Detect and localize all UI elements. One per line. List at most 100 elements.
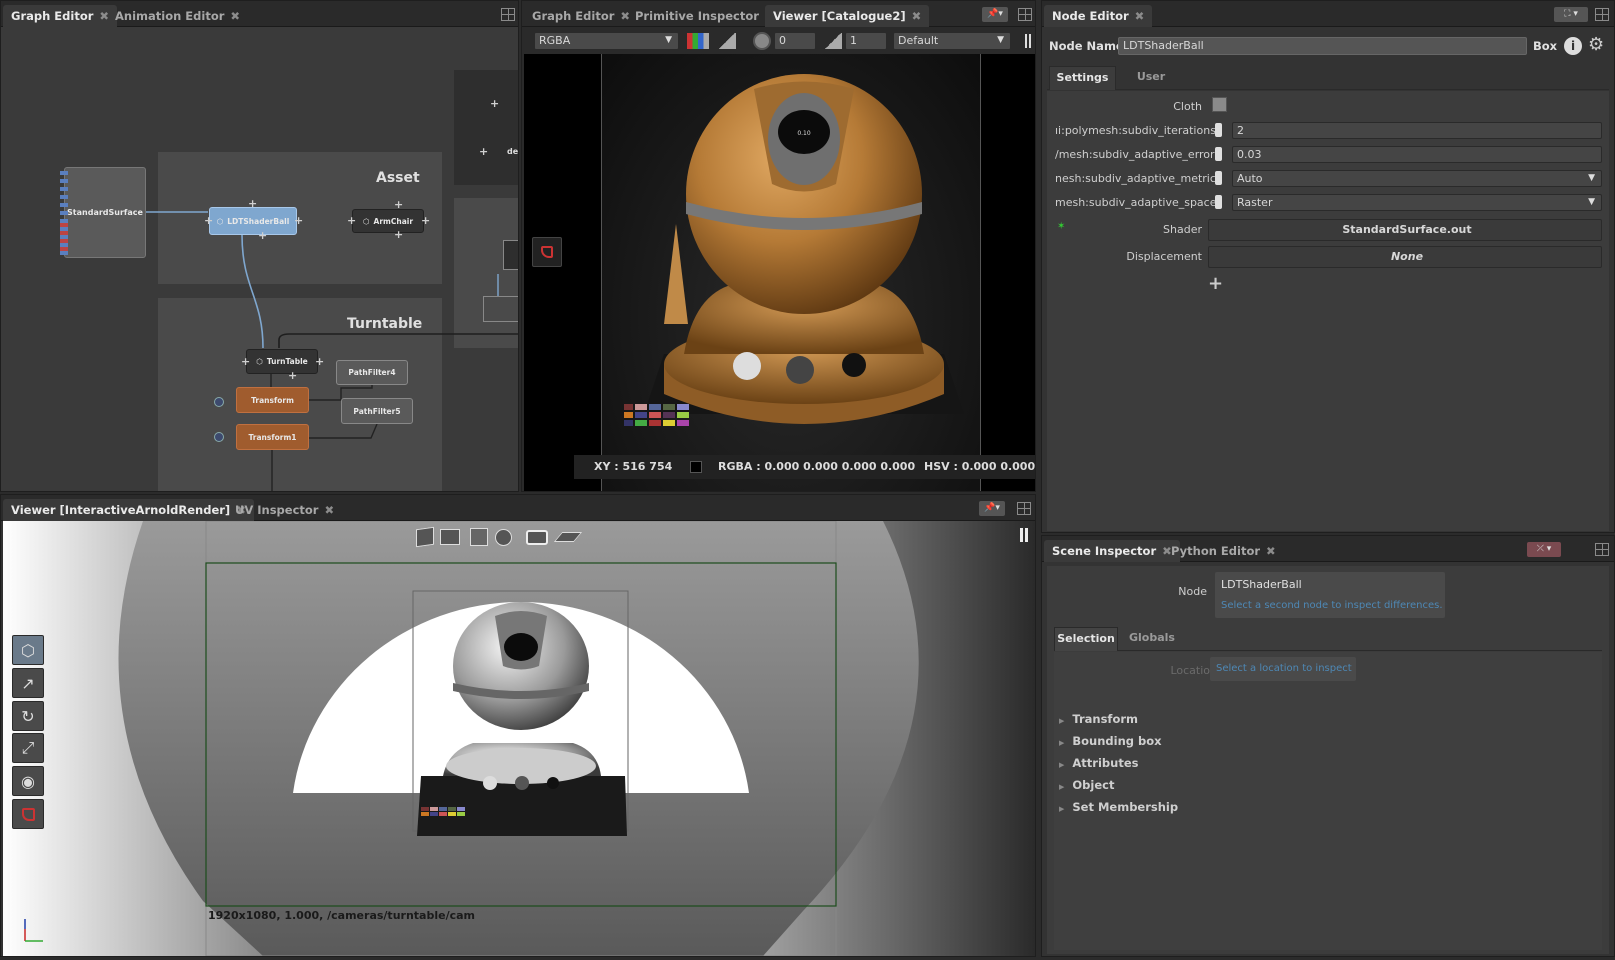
node-graph-canvas[interactable]: Asset Turntable + + de StandardSurface ⬡… (1, 28, 518, 491)
camera-icon[interactable] (526, 530, 548, 545)
gear-icon[interactable]: ⚙ (1588, 36, 1604, 54)
gain-ramp-icon[interactable] (718, 33, 736, 49)
tab-animation-editor[interactable]: Animation Editor ✖ (107, 5, 248, 27)
node-name-input[interactable]: LDTShaderBall (1118, 37, 1527, 55)
layout-icon[interactable] (501, 8, 515, 21)
scale-tool[interactable]: ⤢ (12, 733, 44, 763)
node-armchair[interactable]: ⬡ ArmChair (352, 209, 424, 233)
node-ldt-shaderball[interactable]: ⬡ LDTShaderBall (209, 207, 297, 235)
render-image-area[interactable]: 0.10 XY : 516 754 RGBA : 0.000 0.000 0.0… (524, 54, 1035, 491)
section-object[interactable]: ▶ Object (1059, 778, 1114, 792)
standard-surface-ports-red[interactable] (60, 223, 68, 251)
panel-options-icon[interactable]: ⤫ ▾ (1527, 542, 1561, 557)
plane-icon[interactable] (553, 532, 583, 542)
section-transform[interactable]: ▶ Transform (1059, 712, 1138, 726)
panel-options-icon[interactable]: ⛶ ▾ (1554, 7, 1588, 22)
shader-field[interactable]: StandardSurface.out (1208, 219, 1602, 241)
node-transform1[interactable]: Transform1 (236, 424, 309, 450)
pause-icon[interactable] (1025, 34, 1031, 48)
adaptive-metric-select[interactable]: Auto ▼ (1232, 170, 1602, 187)
view-transform-select[interactable]: Default ▼ (893, 32, 1011, 50)
section-set-membership[interactable]: ▶ Set Membership (1059, 800, 1178, 814)
pin-icon[interactable]: 📌▾ (979, 501, 1005, 516)
info-icon[interactable]: i (1564, 37, 1582, 55)
subtab-user[interactable]: User (1126, 66, 1176, 90)
close-icon[interactable]: ✖ (324, 503, 334, 517)
section-attributes[interactable]: ▶ Attributes (1059, 756, 1138, 770)
subdiv-iterations-input[interactable]: 2 (1232, 122, 1602, 139)
close-icon[interactable]: ✖ (912, 9, 922, 23)
subtab-selection[interactable]: Selection (1054, 627, 1118, 651)
node-flag-icon[interactable] (214, 397, 224, 407)
crop-tool[interactable] (12, 799, 44, 829)
close-icon[interactable]: ✖ (230, 9, 240, 23)
port-plus-icon[interactable]: + (315, 356, 324, 367)
port-plus-icon[interactable]: + (258, 230, 267, 241)
tab-graph-editor[interactable]: Graph Editor ✖ (3, 5, 118, 27)
layout-icon[interactable] (1018, 8, 1032, 21)
translate-tool[interactable]: ↗ (12, 668, 44, 698)
port-plus-icon[interactable]: + (288, 370, 297, 381)
tab-python-editor[interactable]: Python Editor ✖ (1163, 540, 1284, 562)
select-tool[interactable]: ⬡ (12, 635, 44, 665)
subtab-globals[interactable]: Globals (1124, 627, 1180, 651)
location-field[interactable]: Select a location to inspect (1210, 657, 1356, 681)
node-pathfilter4[interactable]: PathFilter4 (336, 360, 408, 385)
lock-icon[interactable] (1215, 195, 1222, 209)
aperture-icon[interactable] (753, 32, 771, 50)
node-flag-icon[interactable] (214, 432, 224, 442)
add-parameter-icon[interactable]: + (1208, 273, 1223, 294)
sphere-icon[interactable] (495, 529, 512, 546)
layout-icon[interactable] (1017, 502, 1031, 515)
select-value: Raster (1237, 196, 1273, 209)
cube-icon[interactable] (416, 526, 434, 548)
node-pathfilter5[interactable]: PathFilter5 (341, 398, 413, 424)
close-icon[interactable]: ✖ (1135, 9, 1145, 23)
tab-node-editor[interactable]: Node Editor ✖ (1044, 5, 1153, 27)
port-plus-icon[interactable]: + (204, 215, 213, 226)
gamma-input[interactable]: 1 (845, 32, 887, 50)
node-turntable[interactable]: ⬡ TurnTable (246, 349, 318, 374)
pause-render-icon[interactable] (1020, 528, 1028, 542)
rgb-channels-icon[interactable] (687, 33, 709, 49)
displacement-field[interactable]: None (1208, 246, 1602, 268)
port-plus-icon[interactable]: + (394, 199, 403, 210)
close-icon[interactable]: ✖ (1266, 544, 1276, 558)
port-plus-icon[interactable]: + (241, 356, 250, 367)
lock-icon[interactable] (1215, 171, 1222, 185)
exposure-input[interactable]: 0 (774, 32, 816, 50)
channel-select[interactable]: RGBA ▼ (534, 32, 679, 50)
gamma-ramp-icon[interactable] (824, 33, 842, 49)
viewport-3d[interactable]: ⬡ ↗ ↻ ⤢ ◉ 1920x1080, 1.000, /cameras/tur… (3, 521, 1035, 956)
layout-icon[interactable] (1595, 8, 1609, 21)
lock-icon[interactable] (1215, 123, 1222, 137)
port-plus-icon[interactable]: + (294, 215, 303, 226)
node-transform[interactable]: Transform (236, 387, 309, 413)
port-plus-icon[interactable]: + (421, 215, 430, 226)
camera-orbit-tool[interactable]: ◉ (12, 766, 44, 796)
adaptive-error-input[interactable]: 0.03 (1232, 146, 1602, 163)
layout-icon[interactable] (1595, 543, 1609, 556)
pin-icon[interactable]: 📌▾ (982, 7, 1008, 22)
adaptive-space-select[interactable]: Raster ▼ (1232, 194, 1602, 211)
tab-uv-inspector[interactable]: UV Inspector ✖ (227, 499, 342, 521)
tab-viewer-catalogue[interactable]: Viewer [Catalogue2] ✖ (765, 5, 930, 27)
rotate-tool[interactable]: ↻ (12, 701, 44, 731)
graph-editor-panel: Graph Editor ✖ Animation Editor ✖ Asset Tu… (0, 0, 519, 492)
shaded-cube-icon[interactable] (470, 528, 488, 546)
tab-primitive-inspector[interactable]: Primitive Inspector✖ (627, 5, 783, 27)
node-standard-surface[interactable]: StandardSurface (64, 167, 146, 258)
section-bounding-box[interactable]: ▶ Bounding box (1059, 734, 1162, 748)
tab-scene-inspector[interactable]: Scene Inspector ✖ (1044, 540, 1180, 562)
port-plus-icon[interactable]: + (248, 198, 257, 209)
port-plus-icon[interactable]: + (394, 229, 403, 240)
node-selector[interactable]: LDTShaderBall Select a second node to in… (1215, 572, 1445, 618)
crop-tool-icon[interactable] (532, 237, 562, 267)
lock-icon[interactable] (1215, 147, 1222, 161)
port-plus-icon[interactable]: + (347, 215, 356, 226)
cube-pair-icon[interactable] (440, 529, 460, 545)
tab-graph-editor-2[interactable]: Graph Editor ✖ (524, 5, 638, 27)
subtab-settings[interactable]: Settings (1049, 66, 1116, 90)
tab-viewer-interactive-arnold[interactable]: Viewer [InteractiveArnoldRender] ✖ (3, 499, 254, 521)
cloth-checkbox[interactable] (1212, 97, 1227, 112)
